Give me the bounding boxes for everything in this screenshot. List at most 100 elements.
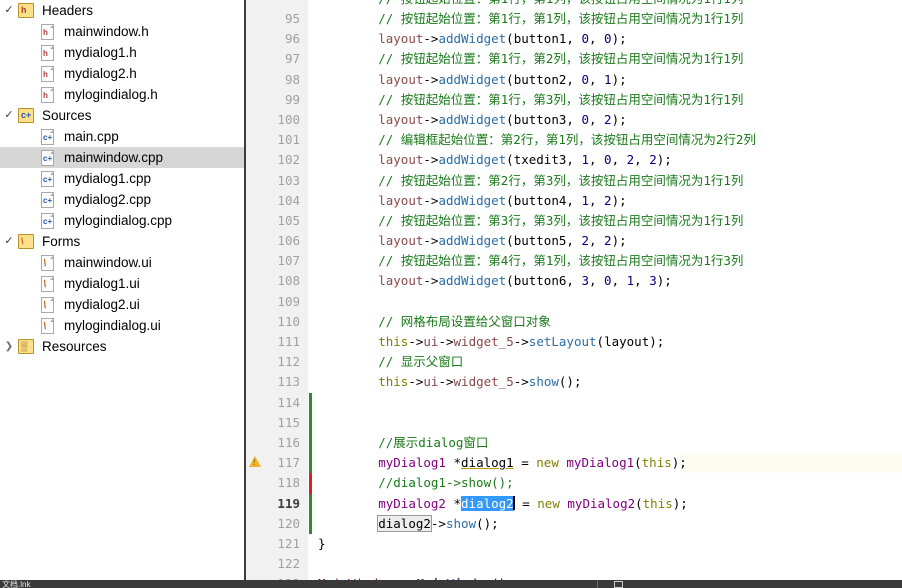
code-line[interactable]: 106 layout->addWidget(button5, 2, 2); [246, 231, 902, 251]
expanded-arrow-icon[interactable]: ✓ [0, 5, 18, 16]
code-line[interactable]: 95 // 按钮起始位置：第1行，第1列，该按钮占用空间情况为1行1列 [246, 9, 902, 29]
tree-item-mydialog2-ui[interactable]: / mydialog2.ui [0, 294, 244, 315]
project-tree[interactable]: ✓ h Headers h mainwindow.h h mydialog1.h h mydia… [0, 0, 244, 357]
code-line[interactable]: 119 myDialog2 *dialog2 = new myDialog2(t… [246, 493, 902, 514]
code-token: -> [423, 152, 439, 168]
code-line[interactable]: 120 dialog2->show(); [246, 513, 902, 534]
tree-item-mydialog1-ui[interactable]: / mydialog1.ui [0, 273, 244, 294]
code-line[interactable]: 114 [246, 392, 902, 413]
code-line[interactable]: 113 this->ui->widget_5->show(); [246, 372, 902, 392]
file-cpp-icon: c+ [40, 212, 57, 229]
code-token: // 按钮起始位置：第1行，第1列，该按钮占用空间情况为1行1列 [378, 11, 744, 26]
code-line[interactable]: 111 this->ui->widget_5->setLayout(layout… [246, 332, 902, 352]
code-token: ( [506, 71, 514, 87]
tree-item-resources[interactable]: ❯ ▒ Resources [0, 336, 244, 357]
tree-item-headers[interactable]: ✓ h Headers [0, 0, 244, 21]
taskbar-divider [597, 580, 598, 588]
code-token: ( [634, 455, 642, 471]
code-token: ( [506, 233, 514, 249]
warning-icon[interactable] [249, 456, 261, 468]
code-line[interactable]: 96 layout->addWidget(button1, 0, 0); [246, 29, 902, 49]
line-number: 105 [277, 212, 300, 228]
code-token: , [566, 273, 582, 289]
code-line[interactable]: 98 layout->addWidget(button2, 0, 1); [246, 70, 902, 90]
change-marker-added [309, 453, 312, 474]
code-line[interactable]: 117 myDialog1 *dialog1 = new myDialog1(t… [246, 453, 902, 474]
code-line[interactable]: 109 [246, 292, 902, 312]
code-line[interactable]: 103 // 按钮起始位置：第2行，第3列，该按钮占用空间情况为1行1列 [246, 171, 902, 191]
code-text: // 按钮起始位置：第1行，第3列，该按钮占用空间情况为1行1列 [318, 90, 743, 110]
code-token: button3 [513, 111, 567, 127]
code-line[interactable]: 107 // 按钮起始位置：第4行，第1列，该按钮占用空间情况为1行3列 [246, 251, 902, 271]
code-token: -> [423, 273, 439, 289]
tree-item-mydialog2-cpp[interactable]: c+ mydialog2.cpp [0, 189, 244, 210]
tree-item-mainwindow-ui[interactable]: / mainwindow.ui [0, 252, 244, 273]
code-token: 1 [581, 152, 589, 168]
expanded-arrow-icon[interactable]: ✓ [0, 236, 18, 247]
window-icon[interactable] [614, 581, 623, 588]
change-marker-added [309, 493, 312, 514]
tree-item-sources[interactable]: ✓ c+ Sources [0, 105, 244, 126]
code-token: 1 [604, 71, 612, 87]
code-token: layout [378, 273, 424, 289]
warning-row-highlight [680, 453, 902, 474]
tree-item-mainwindow-cpp[interactable]: c+ mainwindow.cpp [0, 147, 244, 168]
code-line[interactable]: 100 layout->addWidget(button3, 0, 2); [246, 110, 902, 130]
tree-item-mylogindialog-ui[interactable]: / mylogindialog.ui [0, 315, 244, 336]
code-line[interactable]: 118 //dialog1->show(); [246, 473, 902, 494]
code-line[interactable]: 112 // 显示父窗口 [246, 352, 902, 372]
tree-item-mydialog1-cpp[interactable]: c+ mydialog1.cpp [0, 168, 244, 189]
tree-item-mydialog1-h[interactable]: h mydialog1.h [0, 42, 244, 63]
collapsed-arrow-icon[interactable]: ❯ [0, 341, 18, 352]
code-line[interactable]: 122 [246, 554, 902, 574]
code-line[interactable]: 115 [246, 412, 902, 433]
tree-item-mydialog2-h[interactable]: h mydialog2.h [0, 63, 244, 84]
expanded-arrow-icon[interactable]: ✓ [0, 110, 18, 121]
code-line[interactable]: 97 // 按钮起始位置：第1行，第2列，该按钮占用空间情况为1行1列 [246, 49, 902, 69]
file-ui-icon: / [40, 275, 57, 292]
line-number: 107 [277, 253, 300, 269]
tree-item-mainwindow-h[interactable]: h mainwindow.h [0, 21, 244, 42]
tree-item-label: mainwindow.h [64, 23, 149, 39]
code-token: , [566, 31, 582, 47]
code-line[interactable]: 104 layout->addWidget(button4, 1, 2); [246, 191, 902, 211]
code-token: , [611, 273, 627, 289]
file-h-icon: h [40, 65, 57, 82]
taskbar[interactable]: 文档.lnk [0, 580, 902, 588]
code-line[interactable]: 108 layout->addWidget(button6, 3, 0, 1, … [246, 271, 902, 291]
tree-item-mylogindialog-h[interactable]: h mylogindialog.h [0, 84, 244, 105]
file-cpp-icon: c+ [40, 149, 57, 166]
code-line[interactable]: 101 // 编辑框起始位置：第2行，第1列，该按钮占用空间情况为2行2列 [246, 130, 902, 150]
code-editor[interactable]: // 按钮起始位置：第1行，第1列，该按钮占用空间情况为1行1列95 // 按钮… [246, 0, 902, 580]
line-number: 115 [277, 414, 300, 430]
code-line[interactable]: 99 // 按钮起始位置：第1行，第3列，该按钮占用空间情况为1行1列 [246, 90, 902, 110]
code-token: * [445, 455, 462, 471]
project-tree-panel[interactable]: ✓ h Headers h mainwindow.h h mydialog1.h h mydia… [0, 0, 244, 580]
code-token: -> [408, 334, 424, 349]
code-area[interactable]: // 按钮起始位置：第1行，第1列，该按钮占用空间情况为1行1列95 // 按钮… [246, 0, 902, 580]
code-text: // 按钮起始位置：第1行，第1列，该按钮占用空间情况为1行1列 [318, 9, 743, 29]
code-text: // 编辑框起始位置：第2行，第1列，该按钮占用空间情况为2行2列 [318, 130, 756, 150]
code-line[interactable]: 121} [246, 534, 902, 554]
tree-item-main-cpp[interactable]: c+ main.cpp [0, 126, 244, 147]
code-line[interactable]: 110 // 网格布局设置给父窗口对象 [246, 312, 902, 332]
code-line[interactable]: 102 layout->addWidget(txedit3, 1, 0, 2, … [246, 150, 902, 170]
tree-item-mylogindialog-cpp[interactable]: c+ mylogindialog.cpp [0, 210, 244, 231]
file-cpp-icon: c+ [40, 128, 57, 145]
code-line[interactable]: 116 //展示dialog窗口 [246, 432, 902, 454]
code-line[interactable]: // 按钮起始位置：第1行，第1列，该按钮占用空间情况为1行1列 [246, 0, 902, 9]
code-token: addWidget [438, 233, 507, 249]
tree-item-label: main.cpp [64, 128, 119, 144]
tree-item-forms[interactable]: ✓ / Forms [0, 231, 244, 252]
file-ui-icon: / [40, 317, 57, 334]
code-token: show [528, 374, 559, 390]
code-line[interactable]: 105 // 按钮起始位置：第3行，第3列，该按钮占用空间情况为1行1列 [246, 211, 902, 231]
code-token: ); [611, 192, 627, 208]
